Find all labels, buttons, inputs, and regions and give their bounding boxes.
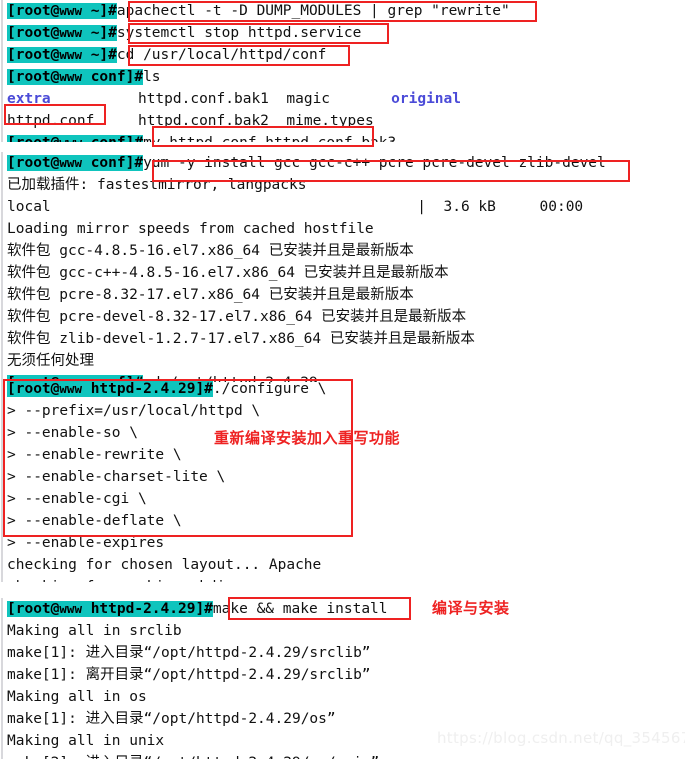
terminal-line-output: local | 3.6 kB 00:00 bbox=[7, 199, 584, 215]
annotation-note-make-install: 编译与安装 bbox=[432, 599, 510, 617]
shell-prompt: [root@www httpd-2.4.29]# bbox=[7, 601, 213, 617]
ls-entry-original: original bbox=[391, 91, 461, 107]
ls-entry-httpd-conf: httpd.conf bbox=[7, 113, 95, 129]
terminal-line-command: [root@www httpd-2.4.29]#./configure \ bbox=[0, 378, 685, 400]
terminal-line-output: checking for working mkdir -p... yes bbox=[0, 576, 685, 582]
terminal-line-command: [root@www ~]#cd /usr/local/httpd/conf bbox=[0, 44, 685, 66]
terminal-line-command: [root@www httpd-2.4.29]#make && make ins… bbox=[0, 598, 685, 620]
terminal-line-output: > --prefix=/usr/local/httpd \ bbox=[7, 403, 261, 419]
command-text: mv httpd.conf httpd.conf.bak3 bbox=[143, 135, 396, 142]
terminal-line-output: > --enable-cgi \ bbox=[7, 491, 147, 507]
command-text: make && make install bbox=[212, 601, 388, 617]
terminal-line-command: [root@www ~]#systemctl stop httpd.servic… bbox=[0, 22, 685, 44]
ls-entry-bak1: httpd.conf.bak1 bbox=[137, 91, 269, 107]
terminal-line-output: checking for chosen layout... Apache bbox=[7, 557, 322, 573]
command-text: systemctl stop httpd.service bbox=[116, 25, 362, 41]
terminal-line-output: make[1]: 离开目录“/opt/httpd-2.4.29/srclib” bbox=[7, 667, 371, 683]
terminal-line-output: Making all in srclib bbox=[7, 623, 182, 639]
terminal-line-output: make[2]: 进入目录“/opt/httpd-2.4.29/os/unix” bbox=[0, 752, 685, 759]
command-text: yum -y install gcc gcc-c++ pcre pcre-dev… bbox=[143, 155, 606, 171]
shell-prompt: [root@www conf]# bbox=[7, 155, 144, 171]
terminal-line-command: [root@www conf]#yum -y install gcc gcc-c… bbox=[0, 152, 685, 174]
shell-prompt: [root@www httpd-2.4.29]# bbox=[7, 381, 213, 397]
terminal-line-output: 软件包 gcc-4.8.5-16.el7.x86_64 已安装并且是最新版本 bbox=[7, 243, 414, 259]
terminal-line-output: Making all in os bbox=[7, 689, 147, 705]
shell-prompt: [root@www conf]# bbox=[7, 135, 144, 142]
terminal-line-output: 软件包 gcc-c++-4.8.5-16.el7.x86_64 已安装并且是最新… bbox=[7, 265, 449, 281]
command-text: apachectl -t -D DUMP_MODULES | grep "rew… bbox=[116, 3, 510, 19]
terminal-line-output: > --enable-deflate \ bbox=[7, 513, 182, 529]
command-text: ls bbox=[143, 69, 161, 85]
terminal-line-command: [root@www conf]#ls bbox=[0, 66, 685, 88]
annotation-note-recompile: 重新编译安装加入重写功能 bbox=[214, 429, 401, 447]
terminal-line-output: 软件包 pcre-devel-8.32-17.el7.x86_64 已安装并且是… bbox=[7, 309, 467, 325]
terminal-line-output: 无须任何处理 bbox=[7, 353, 94, 369]
terminal-line-ls-output: extra httpd.conf.bak1 magic original bbox=[0, 88, 685, 110]
terminal-line-output: 已加载插件: fastestmirror, langpacks bbox=[7, 177, 307, 193]
terminal-line-command: [root@www ~]#apachectl -t -D DUMP_MODULE… bbox=[0, 0, 685, 22]
shell-prompt: [root@www conf]# bbox=[7, 69, 144, 85]
terminal-section-3[interactable]: [root@www httpd-2.4.29]#./configure \ > … bbox=[0, 378, 685, 582]
terminal-line-output: > --enable-charset-lite \ bbox=[7, 469, 226, 485]
terminal-line-output: 软件包 pcre-8.32-17.el7.x86_64 已安装并且是最新版本 bbox=[7, 287, 414, 303]
terminal-line-output: > --enable-expires bbox=[7, 535, 165, 551]
terminal-line-output: make[1]: 进入目录“/opt/httpd-2.4.29/os” bbox=[7, 711, 336, 727]
ls-entry-mime-types: mime.types bbox=[286, 113, 374, 129]
terminal-section-2[interactable]: [root@www conf]#yum -y install gcc gcc-c… bbox=[0, 152, 685, 382]
command-text: ./configure \ bbox=[212, 381, 327, 397]
ls-entry-extra: extra bbox=[7, 91, 51, 107]
shell-prompt: [root@www ~]# bbox=[7, 3, 117, 19]
terminal-line-output: Loading mirror speeds from cached hostfi… bbox=[7, 221, 374, 237]
terminal-line-command: [root@www conf]#mv httpd.conf httpd.conf… bbox=[0, 132, 685, 142]
terminal-section-1[interactable]: [root@www ~]#apachectl -t -D DUMP_MODULE… bbox=[0, 0, 685, 142]
terminal-line-output: > --enable-rewrite \ bbox=[7, 447, 182, 463]
shell-prompt: [root@www ~]# bbox=[7, 47, 117, 63]
shell-prompt: [root@www ~]# bbox=[7, 25, 117, 41]
command-text: cd /usr/local/httpd/conf bbox=[116, 47, 327, 63]
ls-entry-magic: magic bbox=[286, 91, 331, 107]
watermark: https://blog.csdn.net/qq_35456705 bbox=[437, 729, 685, 747]
terminal-line-output: make[1]: 进入目录“/opt/httpd-2.4.29/srclib” bbox=[7, 645, 371, 661]
ls-entry-bak2: httpd.conf.bak2 bbox=[137, 113, 269, 129]
terminal-line-output: 软件包 zlib-devel-1.2.7-17.el7.x86_64 已安装并且… bbox=[7, 331, 475, 347]
terminal-line-ls-output: httpd.conf httpd.conf.bak2 mime.types bbox=[0, 110, 685, 132]
